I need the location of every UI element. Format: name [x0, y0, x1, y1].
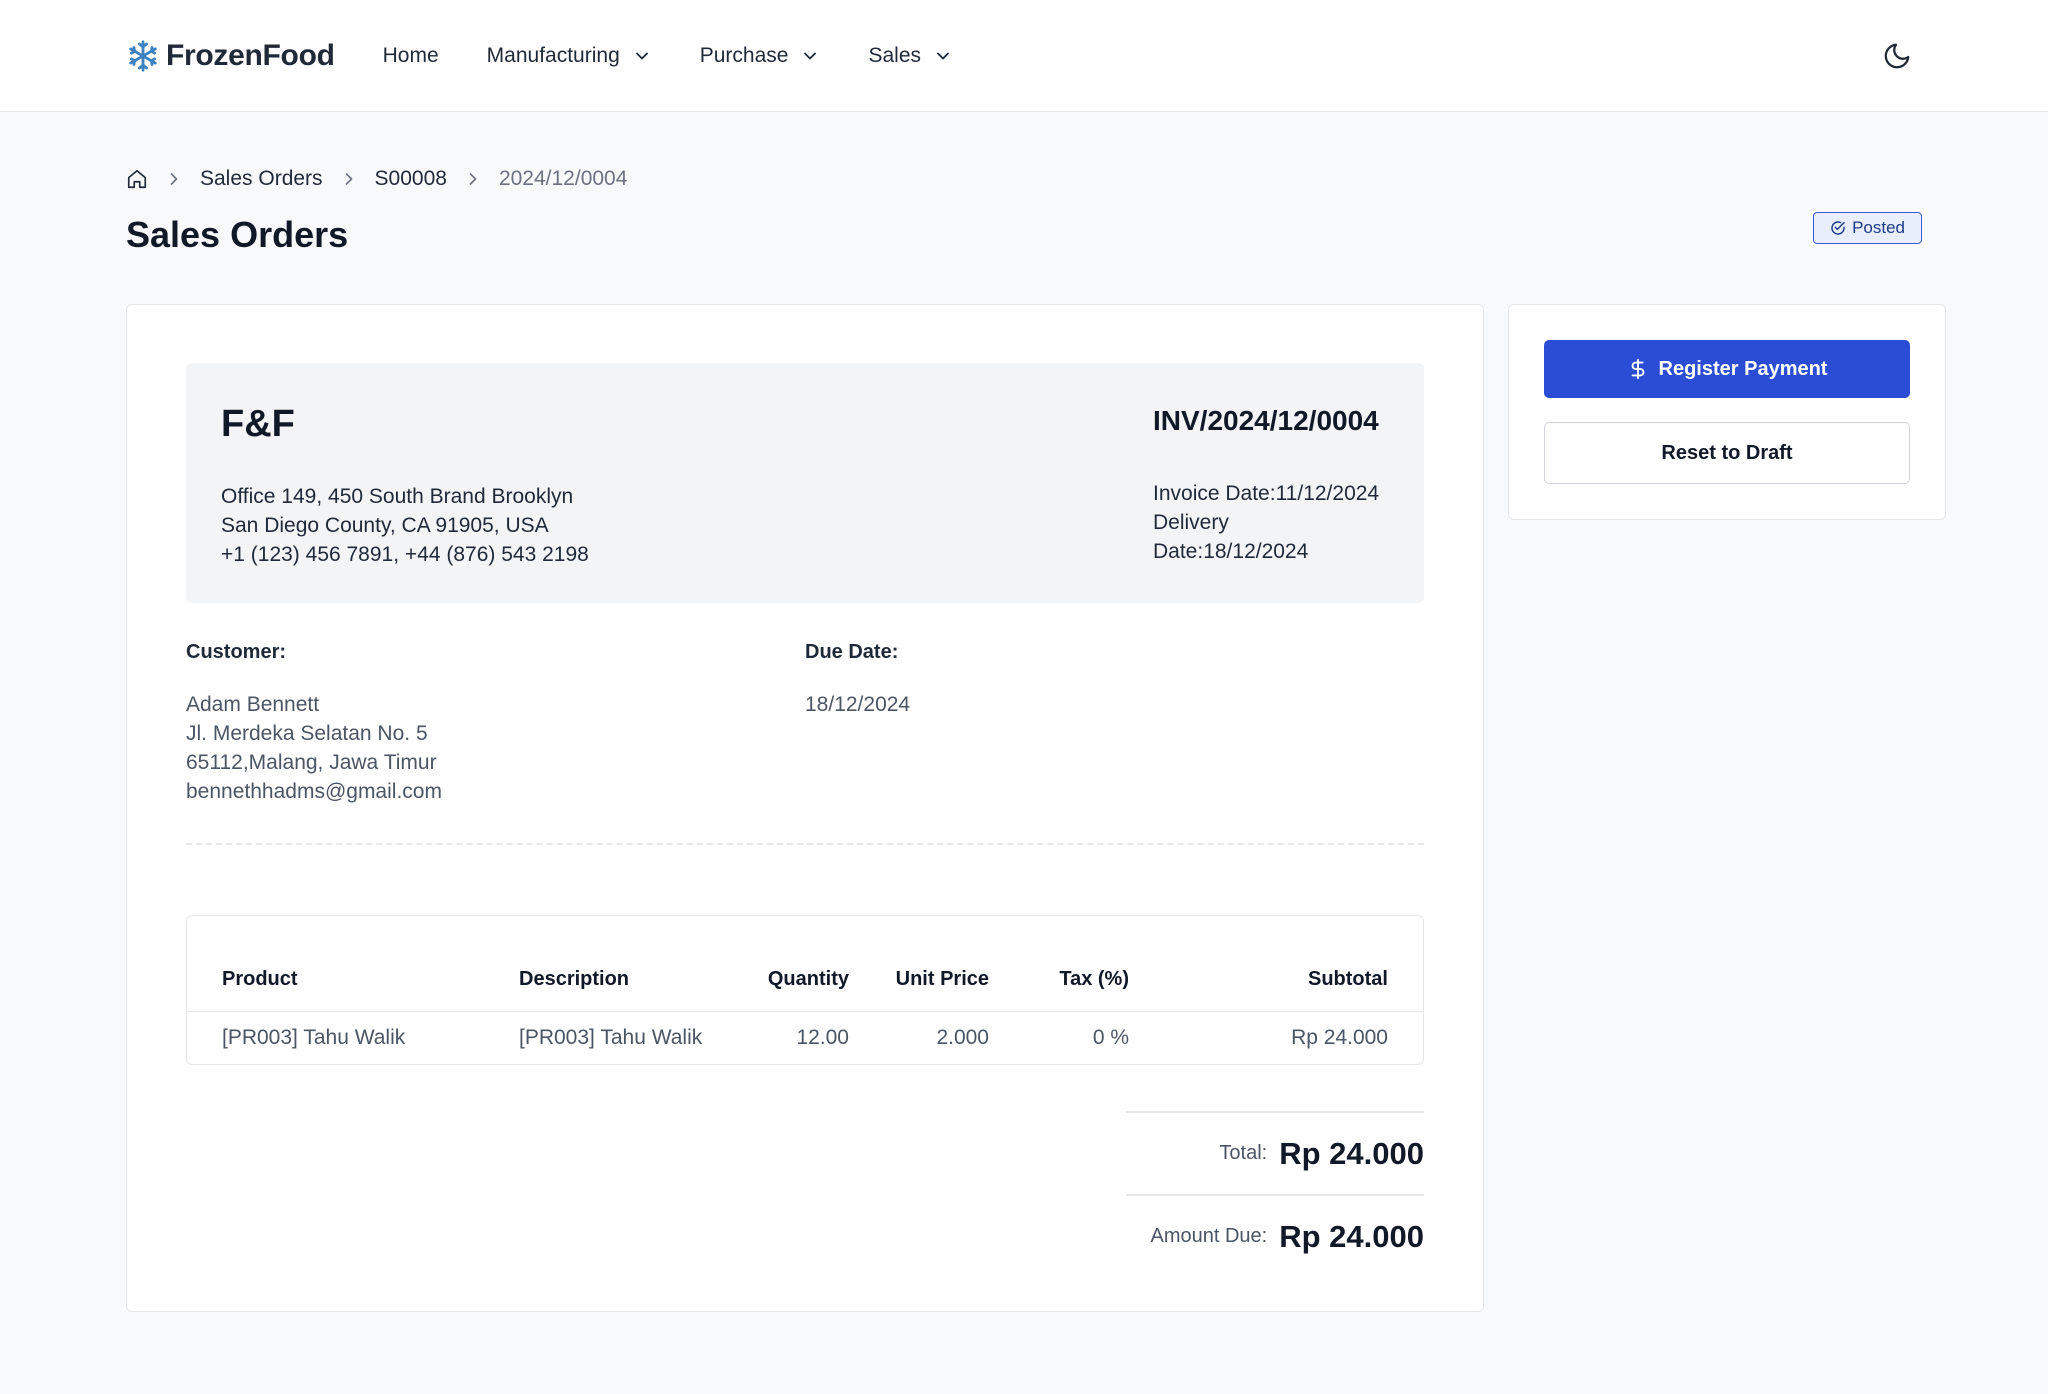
- main-nav: Home Manufacturing Purchase Sales: [383, 44, 953, 68]
- nav-manufacturing-label: Manufacturing: [486, 43, 620, 67]
- customer-city: 65112,Malang, Jawa Timur: [186, 751, 437, 774]
- top-navbar: FrozenFood Home Manufacturing Purchase S…: [0, 0, 2048, 112]
- nav-home[interactable]: Home: [383, 44, 439, 68]
- chevron-right-icon: [170, 173, 178, 185]
- nav-manufacturing[interactable]: Manufacturing: [487, 44, 652, 68]
- nav-sales-label: Sales: [868, 43, 921, 67]
- chevron-down-icon: [804, 52, 817, 59]
- moon-icon[interactable]: [1882, 41, 1912, 71]
- col-header-product: Product: [187, 916, 519, 1012]
- check-circle-icon: [1831, 221, 1845, 235]
- status-badge: Posted: [1813, 212, 1922, 244]
- main-content: Sales Orders S00008 2024/12/0004 Sales O…: [0, 112, 2048, 1312]
- col-header-subtotal: Subtotal: [1129, 916, 1423, 1012]
- amount-due-row: Amount Due: Rp 24.000: [1126, 1194, 1424, 1277]
- customer-block: Customer: Adam Bennett Jl. Merdeka Selat…: [186, 641, 805, 806]
- invoice-number: INV/2024/12/0004: [1153, 405, 1379, 436]
- company-address-line: San Diego County, CA 91905, USA: [221, 514, 549, 537]
- nav-sales[interactable]: Sales: [868, 44, 953, 68]
- breadcrumb: Sales Orders S00008 2024/12/0004: [126, 164, 1922, 194]
- customer-name: Adam Bennett: [186, 693, 320, 716]
- invoice-card: F&F Office 149, 450 South Brand Brooklyn…: [126, 304, 1484, 1312]
- company-header: F&F Office 149, 450 South Brand Brooklyn…: [186, 363, 1424, 603]
- status-badge-label: Posted: [1852, 218, 1905, 237]
- company-name: F&F: [221, 403, 295, 445]
- total-row: Total: Rp 24.000: [1126, 1111, 1424, 1194]
- cell-description: [PR003] Tahu Walik: [519, 1026, 703, 1049]
- breadcrumb-current: 2024/12/0004: [498, 167, 628, 190]
- amount-due-value: Rp 24.000: [1279, 1218, 1424, 1254]
- nav-purchase[interactable]: Purchase: [700, 44, 821, 68]
- table-row: [PR003] Tahu Walik [PR003] Tahu Walik 12…: [187, 1012, 1423, 1065]
- chevron-right-icon: [469, 173, 477, 185]
- chevron-right-icon: [345, 173, 352, 185]
- cell-subtotal: Rp 24.000: [1291, 1026, 1388, 1049]
- items-table: Product Description Quantity Unit Price …: [187, 916, 1423, 1064]
- customer-email: bennethhadms@gmail.com: [186, 780, 442, 803]
- dollar-icon: [1631, 358, 1644, 380]
- breadcrumb-sales-orders[interactable]: Sales Orders: [200, 167, 323, 191]
- section-divider: [186, 843, 1424, 845]
- page-layout: F&F Office 149, 450 South Brand Brooklyn…: [126, 304, 1946, 1312]
- cell-tax: 0 %: [1092, 1026, 1129, 1049]
- company-address-line: Office 149, 450 South Brand Brooklyn: [221, 485, 574, 508]
- chevron-down-icon: [937, 52, 949, 59]
- home-icon[interactable]: [126, 168, 148, 190]
- actions-card: Register Payment Reset to Draft: [1508, 304, 1946, 520]
- due-date-block: Due Date: 18/12/2024: [805, 641, 1424, 806]
- due-date-value: 18/12/2024: [805, 693, 911, 716]
- brand-logo[interactable]: FrozenFood: [126, 39, 335, 73]
- register-payment-button[interactable]: Register Payment: [1544, 340, 1910, 398]
- brand-name: FrozenFood: [166, 38, 335, 72]
- delivery-date: Delivery Date:18/12/2024: [1153, 511, 1309, 563]
- register-payment-label: Register Payment: [1658, 357, 1828, 380]
- customer-label: Customer:: [186, 641, 287, 663]
- cell-product: [PR003] Tahu Walik: [222, 1026, 406, 1049]
- cell-quantity: 12.00: [796, 1026, 849, 1049]
- col-header-unit-price: Unit Price: [849, 916, 989, 1012]
- chevron-down-icon: [635, 52, 648, 59]
- due-date-label: Due Date:: [805, 641, 899, 663]
- totals-block: Total: Rp 24.000 Amount Due: Rp 24.000: [186, 1111, 1424, 1277]
- company-address: Office 149, 450 South Brand Brooklyn San…: [221, 482, 589, 569]
- title-row: Sales Orders Posted: [126, 212, 1922, 256]
- nav-home-label: Home: [382, 43, 439, 67]
- reset-to-draft-button[interactable]: Reset to Draft: [1544, 422, 1910, 484]
- total-label: Total:: [1219, 1142, 1268, 1164]
- invoice-meta: INV/2024/12/0004 Invoice Date:11/12/2024…: [1153, 403, 1389, 567]
- company-phone: +1 (123) 456 7891, +44 (876) 543 2198: [221, 543, 589, 566]
- page-title: Sales Orders: [126, 214, 349, 255]
- nav-purchase-label: Purchase: [699, 43, 789, 67]
- cell-unit-price: 2.000: [936, 1026, 989, 1049]
- customer-details: Adam Bennett Jl. Merdeka Selatan No. 5 6…: [186, 690, 805, 806]
- snowflake-icon: [129, 39, 157, 72]
- company-info: F&F Office 149, 450 South Brand Brooklyn…: [221, 403, 589, 567]
- amount-due-label: Amount Due:: [1150, 1225, 1268, 1247]
- col-header-tax: Tax (%): [989, 916, 1129, 1012]
- customer-street: Jl. Merdeka Selatan No. 5: [186, 722, 428, 745]
- customer-due-row: Customer: Adam Bennett Jl. Merdeka Selat…: [186, 641, 1424, 806]
- col-header-description: Description: [519, 916, 751, 1012]
- total-value: Rp 24.000: [1279, 1135, 1424, 1171]
- invoice-dates: Invoice Date:11/12/2024 Delivery Date:18…: [1153, 479, 1389, 566]
- breadcrumb-order[interactable]: S00008: [375, 167, 447, 191]
- col-header-quantity: Quantity: [751, 916, 849, 1012]
- items-table-container: Product Description Quantity Unit Price …: [186, 915, 1424, 1065]
- invoice-date: Invoice Date:11/12/2024: [1153, 482, 1380, 505]
- table-header-row: Product Description Quantity Unit Price …: [187, 916, 1423, 1012]
